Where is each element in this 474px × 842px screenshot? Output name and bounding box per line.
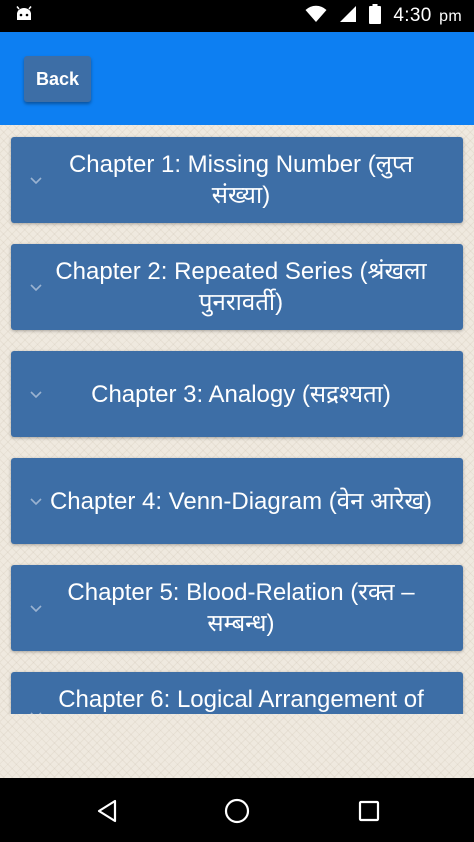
chapter-title: Chapter 5: Blood-Relation (रक्त – सम्बन्… (67, 579, 415, 637)
chapter-title: Chapter 3: Analogy (सद्रश्यता) (91, 380, 391, 408)
chapter-card[interactable]: Chapter 2: Repeated Series (श्रंखला पुनर… (11, 244, 463, 330)
chapter-title: Chapter 2: Repeated Series (श्रंखला पुनर… (55, 258, 427, 316)
app-bar: Back (0, 32, 474, 125)
android-debug-icon (14, 5, 34, 27)
status-time-value: 4:30 (393, 5, 432, 26)
battery-icon (369, 3, 382, 29)
status-bar: 4:30 pm (0, 0, 474, 32)
status-time-suffix: pm (439, 8, 462, 25)
chapter-card[interactable]: Chapter 4: Venn-Diagram (वेन आरेख) (11, 458, 463, 544)
recents-square-icon (358, 800, 380, 822)
cellular-signal-icon (339, 5, 357, 28)
recents-nav-button[interactable] (352, 794, 386, 828)
chapter-list[interactable]: Chapter 1: Missing Number (लुप्त संख्या)… (0, 125, 474, 714)
chapter-card[interactable]: Chapter 6: Logical Arrangement of (11, 672, 463, 714)
status-time: 4:30 pm (393, 5, 462, 27)
chapter-card[interactable]: Chapter 3: Analogy (सद्रश्यता) (11, 351, 463, 437)
back-button[interactable]: Back (24, 56, 91, 102)
back-nav-button[interactable] (90, 794, 124, 828)
home-nav-button[interactable] (220, 794, 254, 828)
wifi-icon (305, 5, 327, 28)
status-left (14, 5, 34, 27)
chapter-title: Chapter 6: Logical Arrangement of (58, 686, 424, 713)
chapter-card[interactable]: Chapter 1: Missing Number (लुप्त संख्या) (11, 137, 463, 223)
status-right: 4:30 pm (305, 3, 462, 29)
navigation-bar (0, 778, 474, 842)
back-triangle-icon (97, 799, 117, 823)
chapter-title: Chapter 4: Venn-Diagram (वेन आरेख) (49, 487, 433, 515)
chapter-card[interactable]: Chapter 5: Blood-Relation (रक्त – सम्बन्… (11, 565, 463, 651)
home-circle-icon (224, 798, 250, 824)
chapter-title: Chapter 1: Missing Number (लुप्त संख्या) (68, 151, 414, 209)
